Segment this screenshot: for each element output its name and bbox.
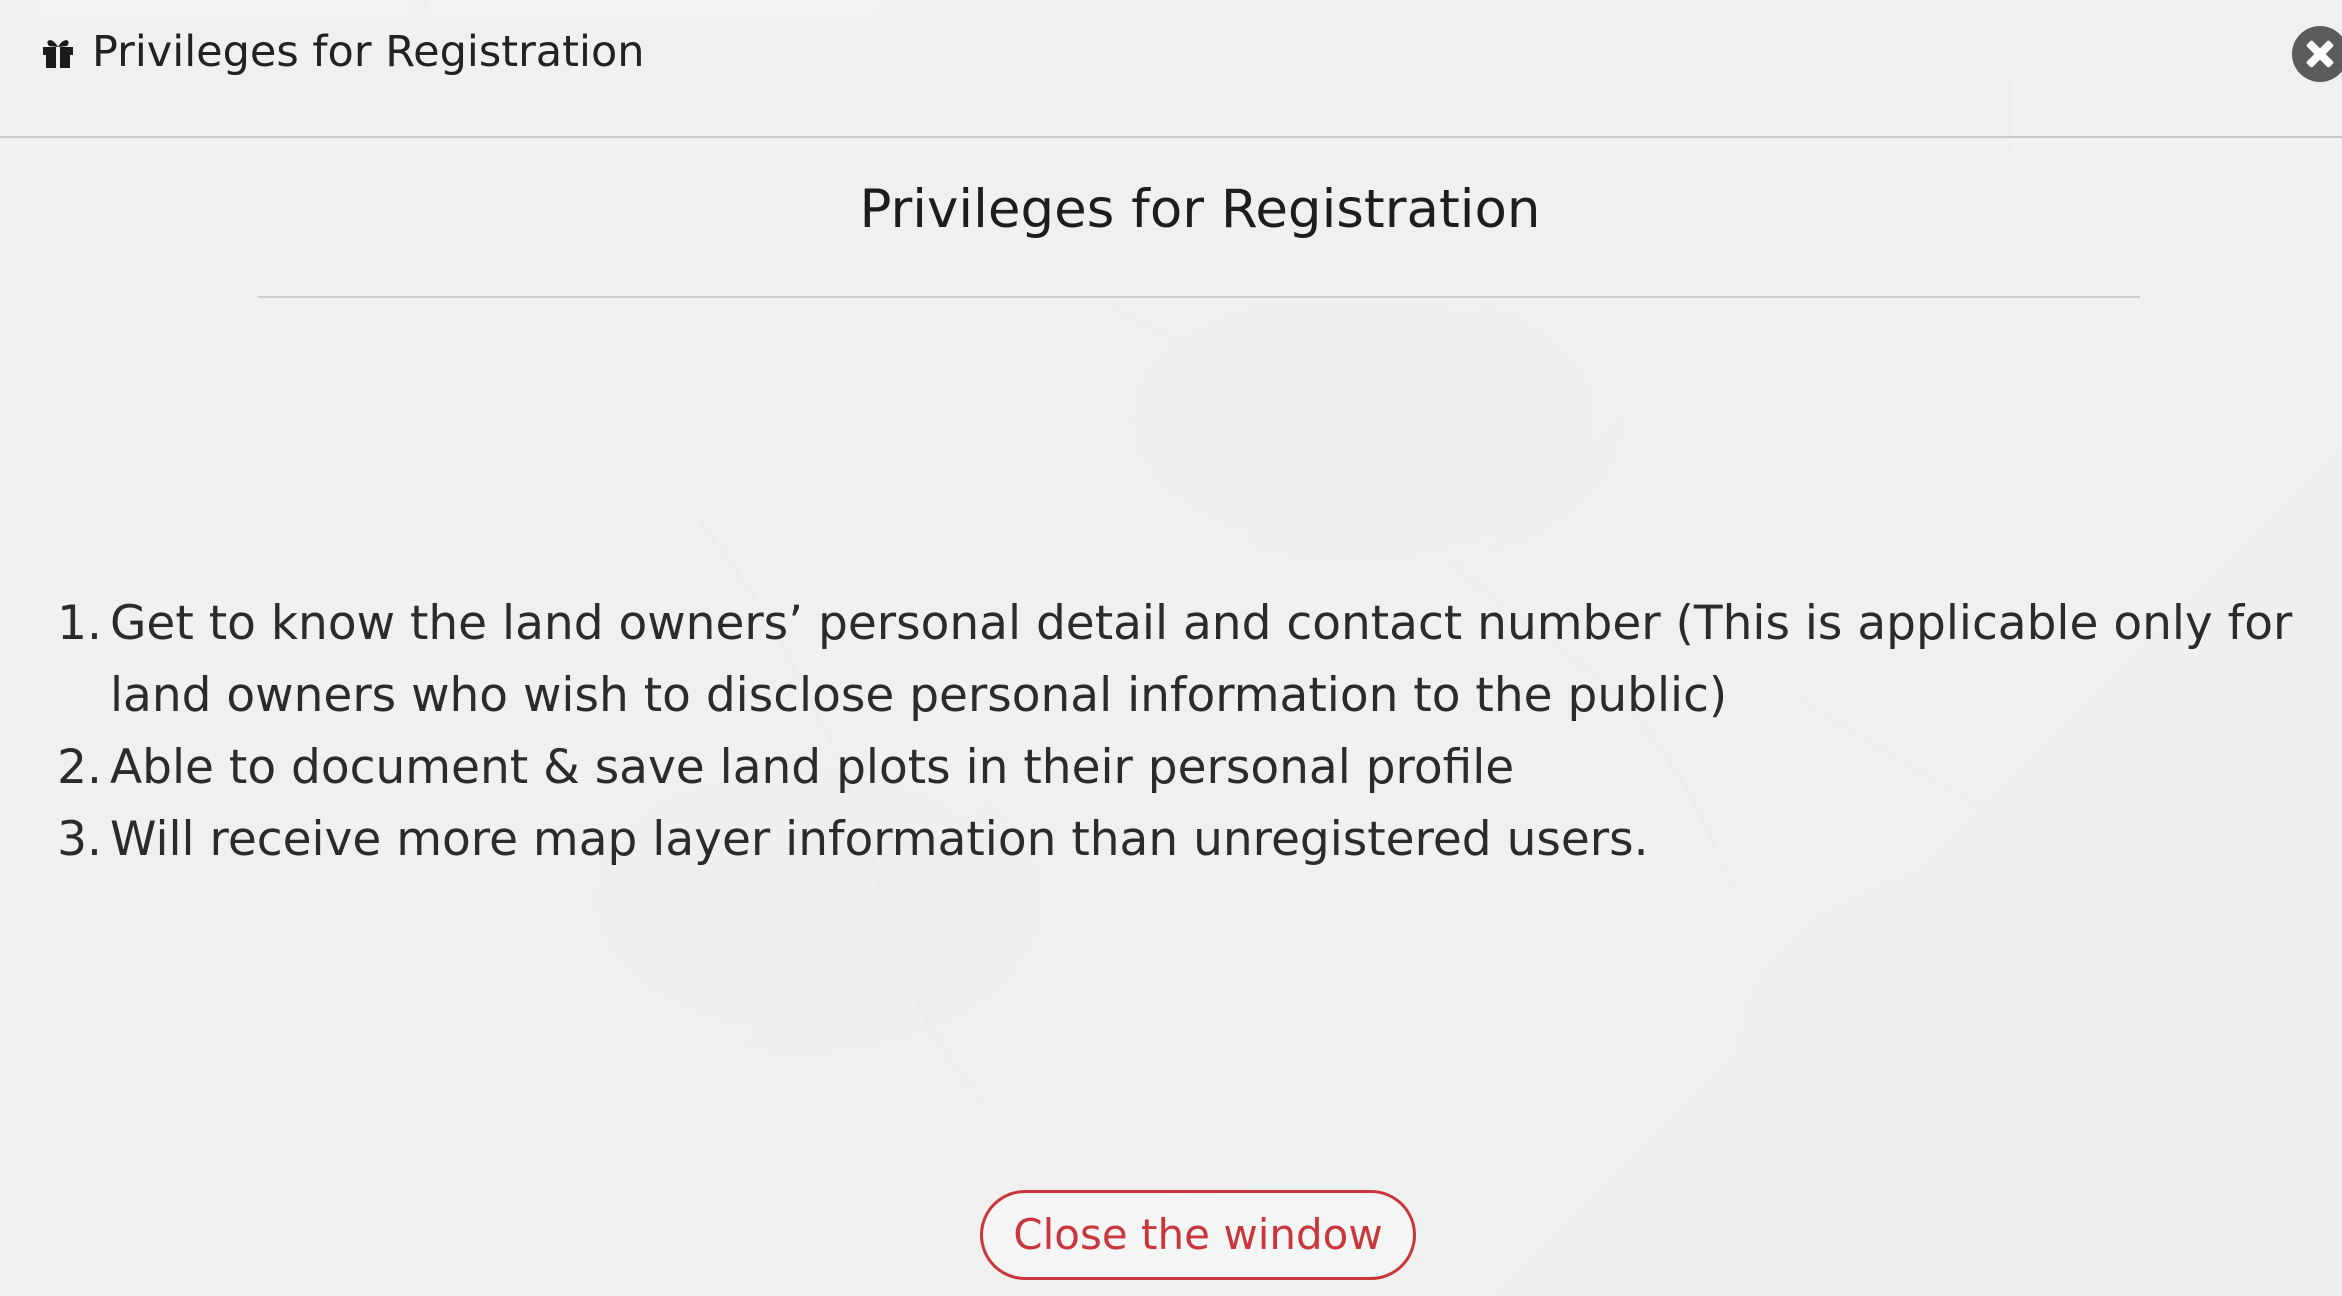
content-title: Privileges for Registration <box>859 179 1541 240</box>
close-window-button[interactable]: Close the window <box>980 1190 1416 1280</box>
list-item-text: Get to know the land owners’ personal de… <box>110 596 2293 723</box>
privileges-modal: Privileges for Registration Privileges f… <box>0 0 2342 1296</box>
privileges-list: 1. Get to know the land owners’ personal… <box>40 588 2320 876</box>
list-item-text: Able to document & save land plots in th… <box>110 740 1515 795</box>
list-item-number: 3. <box>57 812 102 867</box>
list-item-number: 1. <box>57 596 102 651</box>
list-item: 1. Get to know the land owners’ personal… <box>40 588 2320 732</box>
list-item-number: 2. <box>57 740 102 795</box>
list-item: 2. Able to document & save land plots in… <box>40 732 2320 804</box>
list-item: 3. Will receive more map layer informati… <box>40 804 2320 876</box>
close-icon[interactable] <box>2292 26 2342 82</box>
modal-header-title: Privileges for Registration <box>92 27 645 77</box>
gift-icon <box>43 40 73 68</box>
list-item-text: Will receive more map layer information … <box>110 812 1649 867</box>
modal-header: Privileges for Registration <box>0 0 2342 138</box>
title-divider <box>258 296 2140 298</box>
